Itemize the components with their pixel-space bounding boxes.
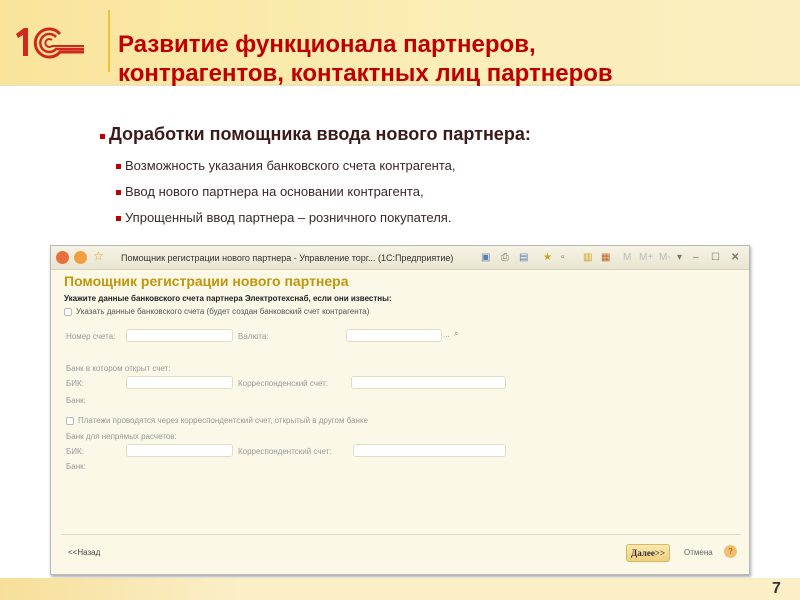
cancel-button[interactable]: Отмена <box>684 548 713 557</box>
print-icon[interactable]: ⎙ <box>501 252 509 263</box>
memory-plus-button[interactable]: M+ <box>639 252 653 263</box>
preview-icon[interactable]: ▤ <box>519 252 528 263</box>
bullet-text: Упрощенный ввод партнера – розничного по… <box>125 210 452 225</box>
bullet-text: Возможность указания банковского счета к… <box>125 158 456 173</box>
calculator-icon[interactable]: ▥ <box>583 252 592 263</box>
bullet-icon <box>116 164 121 169</box>
minimize-icon[interactable]: ‒ <box>693 252 699 263</box>
window-title: Помощник регистрации нового партнера - У… <box>121 253 454 263</box>
currency-label: Валюта: <box>238 332 269 341</box>
memory-button[interactable]: M <box>623 252 631 263</box>
link-icon[interactable]: ▫ <box>561 252 565 263</box>
star-icon[interactable]: ☆ <box>93 249 106 263</box>
menu-icon[interactable] <box>74 251 87 264</box>
form-title: Помощник регистрации нового партнера <box>64 273 349 289</box>
chevron-down-icon[interactable]: ▾ <box>677 252 682 263</box>
bullet-item: Возможность указания банковского счета к… <box>116 158 456 173</box>
footer-divider <box>61 534 741 535</box>
wizard-window: ☆ Помощник регистрации нового партнера -… <box>50 245 750 575</box>
indirect-corr-account-label: Корреспондентский счет: <box>238 447 332 456</box>
title-line: контрагентов, контактных лиц партнеров <box>118 60 613 87</box>
indirect-corr-account-input[interactable] <box>353 444 506 457</box>
corr-account-input[interactable] <box>351 376 506 389</box>
indirect-payments-label: Платежи проводятся через корреспондентск… <box>78 416 368 425</box>
corr-account-label: Корреспонденский счет: <box>238 379 328 388</box>
instruction-text: Укажите данные банковского счета партнер… <box>64 294 392 303</box>
bullet-icon <box>100 134 105 139</box>
currency-input[interactable] <box>346 329 442 342</box>
slide-heading: Доработки помощника ввода нового партнер… <box>100 124 531 145</box>
divider <box>108 10 110 72</box>
account-number-input[interactable] <box>126 329 233 342</box>
search-icon[interactable]: ⌕ <box>454 329 458 339</box>
save-icon[interactable]: ▣ <box>481 252 490 263</box>
slide-footer <box>0 578 800 600</box>
1c-app-icon[interactable] <box>56 251 69 264</box>
indirect-payments-checkbox[interactable] <box>66 417 74 425</box>
bank-section-label: Банк в котором открыт счет: <box>66 364 171 373</box>
bank-label: Банк: <box>66 396 86 405</box>
bik-label: БИК: <box>66 379 84 388</box>
indirect-bik-label: БИК: <box>66 447 84 456</box>
help-icon[interactable]: ? <box>724 545 737 558</box>
1c-logo <box>14 22 86 67</box>
back-button[interactable]: <<Назад <box>68 548 100 557</box>
indirect-bank-label: Банк: <box>66 462 86 471</box>
currency-select-button[interactable]: ... <box>443 330 450 339</box>
account-label: Номер счета: <box>66 332 116 341</box>
bank-account-checkbox-label: Указать данные банковского счета (будет … <box>76 307 370 316</box>
page-number: 7 <box>772 580 781 597</box>
bullet-item: Упрощенный ввод партнера – розничного по… <box>116 210 451 225</box>
bullet-icon <box>116 190 121 195</box>
close-icon[interactable]: ✕ <box>731 252 739 263</box>
bank-account-checkbox[interactable] <box>64 308 72 316</box>
favorites-icon[interactable]: ★ <box>543 252 552 263</box>
heading-text: Доработки помощника ввода нового партнер… <box>109 124 531 144</box>
indirect-bik-input[interactable] <box>126 444 233 457</box>
indirect-bank-section-label: Банк для непрямых расчетов: <box>66 432 177 441</box>
bik-input[interactable] <box>126 376 233 389</box>
calendar-icon[interactable]: ▦ <box>601 252 610 263</box>
maximize-icon[interactable]: ☐ <box>711 252 720 263</box>
bullet-icon <box>116 216 121 221</box>
title-line: Развитие функционала партнеров, <box>118 31 536 58</box>
slide-title: Развитие функционала партнеров, контраген… <box>118 30 613 88</box>
memory-minus-button[interactable]: M- <box>659 252 671 263</box>
bullet-item: Ввод нового партнера на основании контра… <box>116 184 424 199</box>
title-bar: ☆ Помощник регистрации нового партнера -… <box>51 246 749 270</box>
bullet-text: Ввод нового партнера на основании контра… <box>125 184 424 199</box>
next-button[interactable]: Далее>> <box>626 544 671 562</box>
